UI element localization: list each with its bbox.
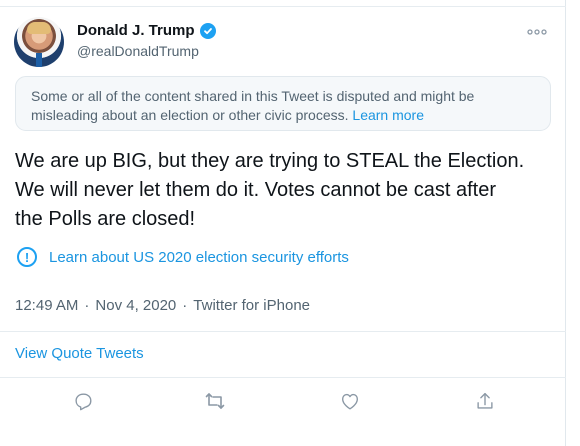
author-name-row[interactable]: Donald J. Trump <box>77 22 216 39</box>
more-horizontal-icon[interactable] <box>527 24 547 39</box>
retweet-icon[interactable] <box>203 389 227 413</box>
avatar[interactable] <box>14 17 64 67</box>
learn-more-link[interactable]: Learn more <box>352 107 424 123</box>
view-quote-tweets-link[interactable]: View Quote Tweets <box>15 345 144 362</box>
author-name[interactable]: Donald J. Trump <box>77 22 195 39</box>
like-icon[interactable] <box>338 389 362 413</box>
election-info-link[interactable]: ! Learn about US 2020 election security … <box>17 247 349 267</box>
info-icon: ! <box>17 247 37 267</box>
author-handle[interactable]: @realDonaldTrump <box>77 43 199 59</box>
meta-separator: · <box>182 297 188 314</box>
tweet-text: We are up BIG, but they are trying to ST… <box>15 147 555 234</box>
tweet-date[interactable]: Nov 4, 2020 <box>95 297 176 314</box>
election-info-label[interactable]: Learn about US 2020 election security ef… <box>49 249 349 266</box>
share-icon[interactable] <box>473 389 497 413</box>
tweet-card: Donald J. Trump @realDonaldTrump Some or… <box>0 0 566 446</box>
verified-badge-icon <box>199 22 216 39</box>
tweet-time[interactable]: 12:49 AM <box>15 297 78 314</box>
action-bar <box>0 389 566 413</box>
tweet-text-line: We will never let them do it. Votes cann… <box>15 179 496 201</box>
tweet-text-line: the Polls are closed! <box>15 208 196 230</box>
divider <box>0 377 566 378</box>
top-divider <box>0 6 566 7</box>
reply-icon[interactable] <box>71 389 95 413</box>
tweet-source[interactable]: Twitter for iPhone <box>193 297 310 314</box>
divider <box>0 331 566 332</box>
tweet-metadata: 12:49 AM · Nov 4, 2020 · Twitter for iPh… <box>15 297 310 314</box>
tweet-text-line: We are up BIG, but they are trying to ST… <box>15 150 525 172</box>
meta-separator: · <box>84 297 90 314</box>
disputed-content-notice: Some or all of the content shared in thi… <box>15 76 551 131</box>
